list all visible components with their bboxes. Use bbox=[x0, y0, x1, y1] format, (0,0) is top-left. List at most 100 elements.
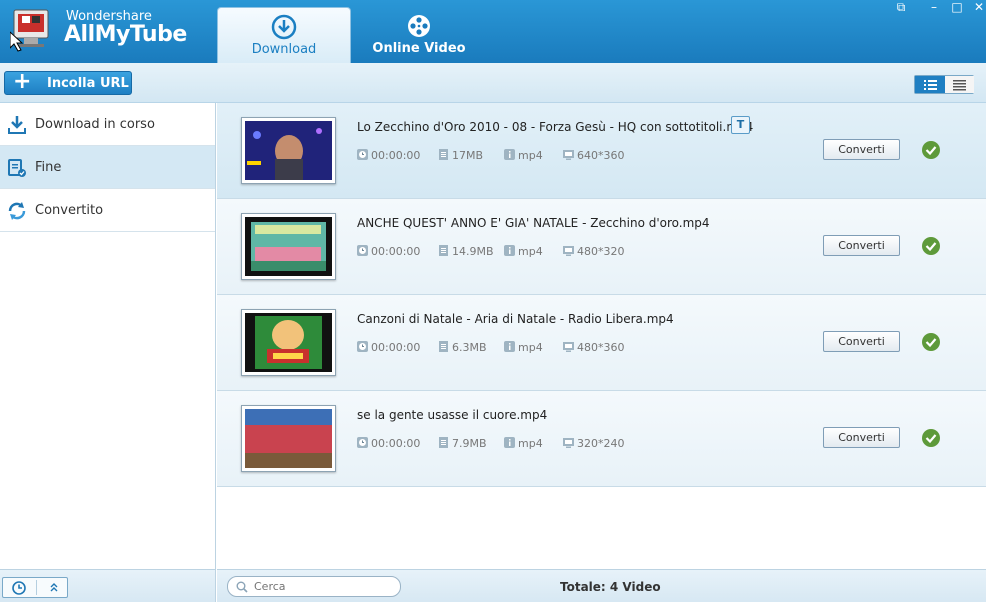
video-title: se la gente usasse il cuore.mp4 bbox=[357, 408, 548, 422]
convert-button[interactable]: Converti bbox=[823, 427, 900, 448]
detail-view-icon bbox=[953, 80, 966, 91]
detail-view-button[interactable] bbox=[945, 76, 974, 93]
maximize-icon[interactable]: □ bbox=[948, 0, 966, 14]
monitor-icon bbox=[563, 150, 574, 160]
thumbnail-image bbox=[245, 409, 332, 468]
sidebar-footer bbox=[0, 569, 216, 602]
info-icon bbox=[504, 341, 515, 352]
monitor-icon bbox=[563, 342, 574, 352]
download-circle-icon bbox=[271, 14, 297, 40]
clock-icon bbox=[357, 437, 368, 448]
search-icon bbox=[236, 581, 248, 593]
close-icon[interactable]: ✕ bbox=[970, 0, 986, 14]
film-reel-icon bbox=[408, 15, 430, 37]
video-resolution: 320*240 bbox=[563, 437, 625, 450]
tab-online-video[interactable]: Online Video bbox=[352, 7, 486, 63]
video-format-value: mp4 bbox=[518, 149, 543, 162]
thumbnail-image bbox=[245, 217, 332, 276]
info-icon bbox=[504, 245, 515, 256]
download-arrow-icon bbox=[8, 116, 26, 134]
video-size-value: 17MB bbox=[452, 149, 484, 162]
video-thumbnail[interactable] bbox=[241, 405, 336, 472]
check-icon bbox=[922, 429, 940, 447]
video-title: Lo Zecchino d'Oro 2010 - 08 - Forza Gesù… bbox=[357, 120, 754, 134]
check-icon bbox=[922, 333, 940, 351]
video-size: 6.3MB bbox=[438, 341, 487, 354]
video-size-value: 6.3MB bbox=[452, 341, 487, 354]
clock-icon bbox=[357, 341, 368, 352]
footer-button-group bbox=[2, 577, 68, 598]
video-resolution: 640*360 bbox=[563, 149, 625, 162]
check-icon bbox=[922, 237, 940, 255]
video-duration-value: 00:00:00 bbox=[371, 437, 421, 450]
sidebar-item-downloading[interactable]: Download in corso bbox=[0, 103, 215, 146]
tab-download-label: Download bbox=[251, 42, 317, 57]
brand-name: AllMyTube bbox=[64, 22, 187, 47]
minimize-icon[interactable]: – bbox=[925, 0, 943, 14]
plus-icon: + bbox=[13, 69, 32, 94]
video-format: mp4 bbox=[504, 245, 543, 258]
list-item[interactable]: Lo Zecchino d'Oro 2010 - 08 - Forza Gesù… bbox=[217, 103, 986, 199]
video-thumbnail[interactable] bbox=[241, 117, 336, 184]
finished-icon bbox=[8, 159, 26, 177]
status-bar: Totale: 4 Video bbox=[217, 569, 986, 602]
file-size-icon bbox=[439, 437, 448, 448]
video-format: mp4 bbox=[504, 149, 543, 162]
file-size-icon bbox=[439, 149, 448, 160]
double-chevron-up-icon[interactable] bbox=[49, 582, 59, 594]
video-duration: 00:00:00 bbox=[357, 341, 420, 354]
sidebar-item-label: Fine bbox=[35, 160, 62, 175]
toolbar: + Incolla URL bbox=[0, 63, 986, 103]
paste-url-button[interactable]: + Incolla URL bbox=[4, 69, 132, 95]
video-thumbnail[interactable] bbox=[241, 309, 336, 376]
sidebar-item-finished[interactable]: Fine bbox=[0, 146, 215, 189]
video-size: 14.9MB bbox=[438, 245, 494, 258]
search-input[interactable] bbox=[252, 579, 392, 594]
video-format-value: mp4 bbox=[518, 437, 543, 450]
video-resolution: 480*320 bbox=[563, 245, 625, 258]
thumbnail-image bbox=[245, 121, 332, 180]
convert-button[interactable]: Converti bbox=[823, 235, 900, 256]
clock-icon bbox=[357, 149, 368, 160]
video-format-value: mp4 bbox=[518, 245, 543, 258]
video-title: Canzoni di Natale - Aria di Natale - Rad… bbox=[357, 312, 674, 326]
video-duration: 00:00:00 bbox=[357, 245, 420, 258]
paste-url-label: Incolla URL bbox=[47, 76, 129, 91]
check-icon bbox=[922, 141, 940, 159]
history-clock-icon[interactable] bbox=[12, 581, 26, 595]
tab-online-video-label: Online Video bbox=[372, 41, 466, 56]
list-view-icon bbox=[924, 80, 937, 90]
video-format-value: mp4 bbox=[518, 341, 543, 354]
file-size-icon bbox=[439, 341, 448, 352]
sidebar-item-converted[interactable]: Convertito bbox=[0, 189, 215, 232]
video-size-value: 7.9MB bbox=[452, 437, 487, 450]
info-icon bbox=[504, 437, 515, 448]
list-view-button[interactable] bbox=[915, 76, 945, 93]
info-icon bbox=[504, 149, 515, 160]
monitor-icon bbox=[563, 246, 574, 256]
video-duration-value: 00:00:00 bbox=[371, 245, 421, 258]
list-item[interactable]: se la gente usasse il cuore.mp4 00:00:00… bbox=[217, 391, 986, 487]
restore-mini-icon[interactable]: ⧉ bbox=[892, 0, 910, 14]
clock-icon bbox=[357, 245, 368, 256]
video-size: 7.9MB bbox=[438, 437, 487, 450]
file-size-icon bbox=[439, 245, 448, 256]
video-duration: 00:00:00 bbox=[357, 149, 420, 162]
video-format: mp4 bbox=[504, 437, 543, 450]
convert-button[interactable]: Converti bbox=[823, 139, 900, 160]
search-box bbox=[227, 576, 401, 597]
tab-download[interactable]: Download bbox=[217, 7, 351, 63]
converted-icon bbox=[8, 202, 26, 220]
video-resolution-value: 640*360 bbox=[577, 149, 625, 162]
convert-button[interactable]: Converti bbox=[823, 331, 900, 352]
view-toggle bbox=[914, 75, 974, 94]
sidebar-item-label: Convertito bbox=[35, 203, 104, 218]
divider bbox=[36, 580, 37, 595]
video-size: 17MB bbox=[438, 149, 483, 162]
video-thumbnail[interactable] bbox=[241, 213, 336, 280]
list-item[interactable]: Canzoni di Natale - Aria di Natale - Rad… bbox=[217, 295, 986, 391]
total-count: Totale: 4 Video bbox=[560, 580, 661, 594]
list-item[interactable]: ANCHE QUEST' ANNO E' GIA' NATALE - Zecch… bbox=[217, 199, 986, 295]
subtitle-badge[interactable]: T bbox=[731, 116, 750, 134]
video-size-value: 14.9MB bbox=[452, 245, 494, 258]
